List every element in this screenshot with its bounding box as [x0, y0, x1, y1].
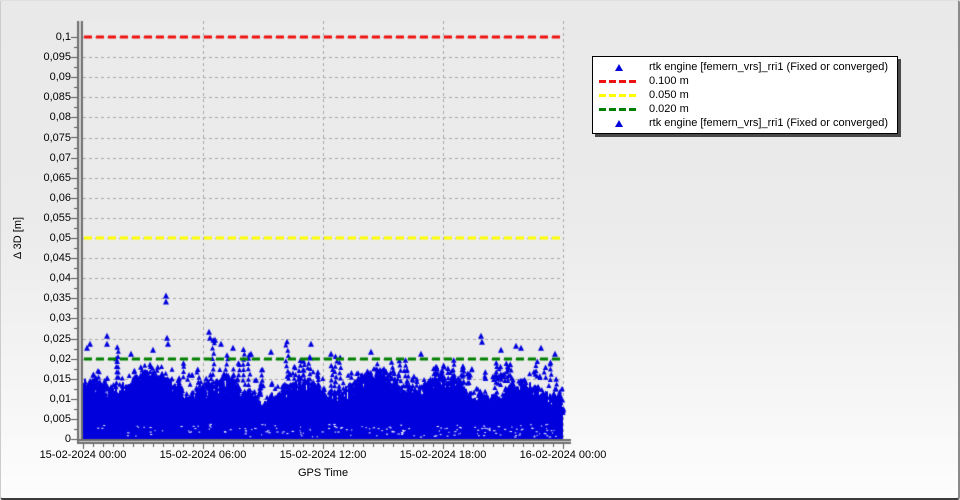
y-tick-label: 0,06: [49, 191, 71, 204]
triangle-marker-icon: [615, 119, 623, 127]
y-tick-label: 0,09: [49, 71, 71, 84]
y-tick-label: 0,085: [43, 91, 71, 104]
legend-item[interactable]: 0.020 m: [596, 102, 888, 116]
legend-box: rtk engine [femern_vrs]_rri1 (Fixed or c…: [592, 56, 899, 134]
x-tick-label: 15-02-2024 06:00: [159, 449, 247, 461]
y-tick-label: 0,02: [49, 352, 71, 365]
y-tick-label: 0: [64, 433, 71, 445]
y-tick-label: 0,065: [43, 171, 71, 184]
y-tick-label: 0,035: [43, 292, 71, 305]
x-tick-label: 15-02-2024 12:00: [279, 449, 367, 461]
legend-line-sample: [596, 107, 642, 111]
legend-item-label: 0.020 m: [649, 103, 689, 115]
legend-item-label: 0.050 m: [649, 89, 689, 101]
y-tick-label: 0,03: [49, 312, 71, 325]
legend-item-label: rtk engine [femern_vrs]_rri1 (Fixed or c…: [649, 61, 889, 73]
dashed-line-sample: [599, 79, 639, 83]
y-tick-label: 0,04: [49, 272, 71, 285]
legend-item[interactable]: 0.100 m: [596, 74, 888, 88]
y-tick-label: 0,08: [49, 111, 71, 124]
y-tick-label: 0,055: [43, 211, 71, 224]
y-tick-label: 0,05: [49, 232, 71, 244]
legend-line-sample: [596, 79, 642, 83]
x-tick-label: 16-02-2024 00:00: [519, 449, 607, 461]
y-tick-label: 0,07: [49, 151, 71, 164]
legend-item[interactable]: 0.050 m: [596, 88, 888, 102]
dashed-line-sample: [599, 107, 639, 111]
y-tick-label: 0,075: [43, 131, 71, 144]
y-tick-label: 0,095: [43, 51, 71, 64]
x-axis-title: GPS Time: [297, 467, 349, 479]
y-tick-label: 0,015: [43, 372, 71, 385]
y-tick-label: 0,025: [43, 332, 71, 345]
legend-line-sample: [596, 93, 642, 97]
chart-window: Δ 3D [m] 0 0,005 0,01 0,015 0,02 0,025 0,03 0,0…: [0, 0, 960, 500]
legend-item-label: 0.100 m: [649, 75, 689, 87]
x-tick-label: 15-02-2024 18:00: [399, 449, 487, 461]
legend-marker-sample: [596, 119, 642, 127]
dashed-line-sample: [599, 93, 639, 97]
legend-item[interactable]: rtk engine [femern_vrs]_rri1 (Fixed or c…: [596, 116, 888, 130]
y-tick-label: 0,005: [43, 412, 71, 425]
legend-item[interactable]: rtk engine [femern_vrs]_rri1 (Fixed or c…: [596, 60, 888, 74]
triangle-marker-icon: [615, 63, 623, 71]
y-tick-label: 0,1: [55, 31, 71, 43]
y-tick-label: 0,01: [49, 392, 71, 405]
x-tick-label: 15-02-2024 00:00: [39, 449, 127, 461]
y-tick-label: 0,045: [43, 252, 71, 265]
legend-item-label: rtk engine [femern_vrs]_rri1 (Fixed or c…: [649, 117, 889, 129]
legend-marker-sample: [596, 63, 642, 71]
